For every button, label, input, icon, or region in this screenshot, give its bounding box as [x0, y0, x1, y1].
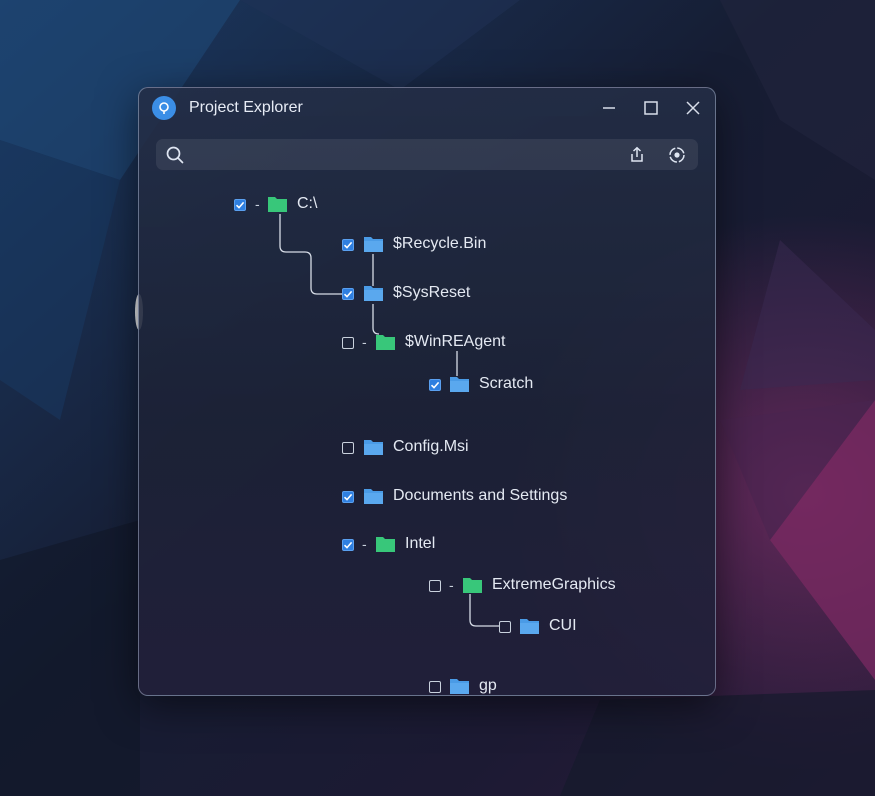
- node-label: Documents and Settings: [393, 487, 568, 504]
- checkmark-icon: [343, 290, 353, 298]
- checkbox[interactable]: [342, 442, 354, 454]
- folder-open-icon: [376, 537, 395, 552]
- node-label: gp: [479, 677, 497, 694]
- folder-icon: [520, 619, 539, 634]
- folder-open-icon: [376, 335, 395, 350]
- checkbox[interactable]: [342, 337, 354, 349]
- folder-icon: [450, 679, 469, 694]
- checkbox[interactable]: [342, 239, 354, 251]
- checkmark-icon: [343, 493, 353, 501]
- folder-open-icon: [463, 578, 482, 593]
- folder-tree: - C:\ $Recycle.Bin $SysReset - $WinREAge…: [139, 88, 715, 695]
- checkbox[interactable]: [499, 621, 511, 633]
- folder-icon: [364, 286, 383, 301]
- node-label: $WinREAgent: [405, 333, 506, 350]
- checkbox[interactable]: [342, 539, 354, 551]
- folder-icon: [450, 377, 469, 392]
- folder-icon: [364, 489, 383, 504]
- collapse-toggle[interactable]: -: [362, 536, 367, 552]
- node-label: CUI: [549, 617, 577, 634]
- node-label: Scratch: [479, 375, 534, 392]
- checkmark-icon: [343, 241, 353, 249]
- node-label: ExtremeGraphics: [492, 576, 616, 593]
- collapse-toggle[interactable]: -: [255, 196, 260, 212]
- folder-icon: [364, 440, 383, 455]
- checkbox[interactable]: [429, 681, 441, 693]
- tree-connectors: [279, 214, 499, 627]
- checkbox[interactable]: [429, 379, 441, 391]
- folder-icon: [364, 237, 383, 252]
- node-label: $SysReset: [393, 284, 471, 301]
- node-label: $Recycle.Bin: [393, 235, 487, 252]
- checkmark-icon: [343, 541, 353, 549]
- folder-open-icon: [268, 197, 287, 212]
- node-label: Intel: [405, 535, 436, 552]
- project-explorer-window: Project Explorer - C:\ $Recycle.Bin $Sys…: [138, 87, 716, 696]
- checkmark-icon: [235, 201, 245, 209]
- checkbox[interactable]: [342, 491, 354, 503]
- checkbox[interactable]: [342, 288, 354, 300]
- checkmark-icon: [430, 381, 440, 389]
- node-label: Config.Msi: [393, 438, 469, 455]
- node-label: C:\: [297, 195, 318, 212]
- checkbox[interactable]: [234, 199, 246, 211]
- collapse-toggle[interactable]: -: [362, 334, 367, 350]
- checkbox[interactable]: [429, 580, 441, 592]
- collapse-toggle[interactable]: -: [449, 577, 454, 593]
